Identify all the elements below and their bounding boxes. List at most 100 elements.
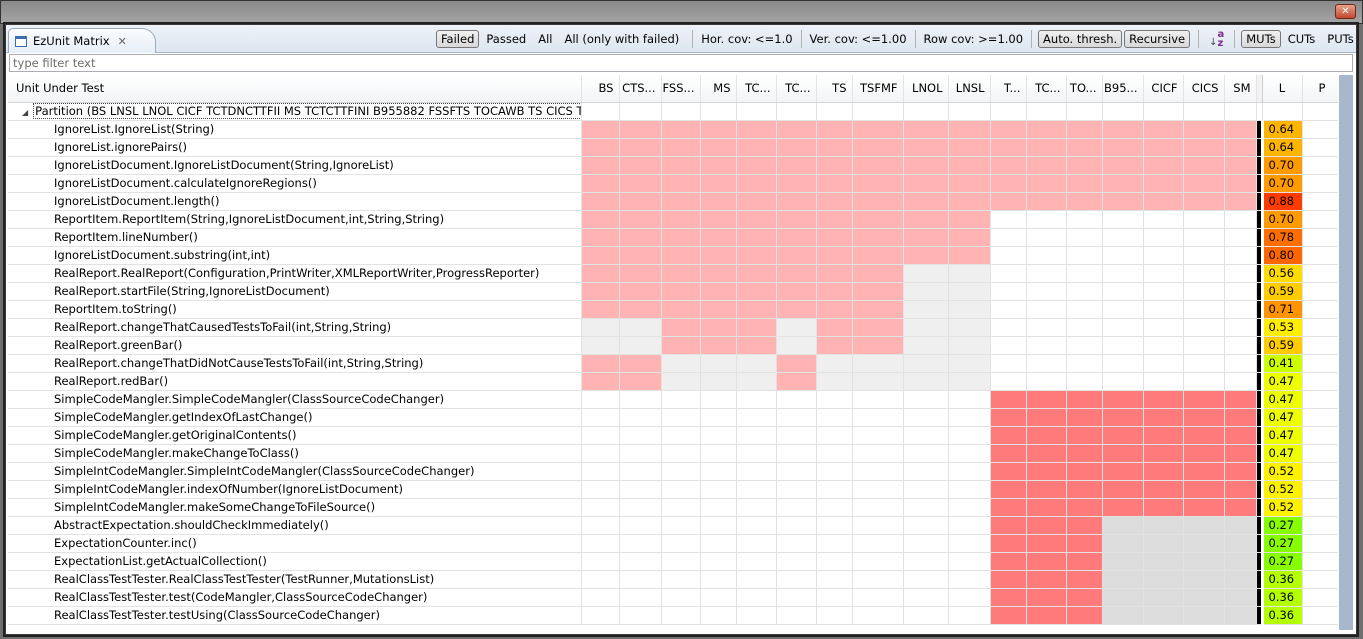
matrix-cell[interactable]	[990, 354, 1027, 373]
matrix-cell[interactable]	[1143, 120, 1184, 139]
matrix-cell[interactable]	[619, 318, 662, 337]
matrix-cell[interactable]	[948, 588, 991, 607]
matrix-cell[interactable]	[1026, 498, 1067, 517]
matrix-cell[interactable]	[1143, 516, 1184, 535]
matrix-cell[interactable]	[619, 606, 662, 625]
matrix-cell[interactable]	[1102, 102, 1144, 121]
matrix-cell[interactable]	[700, 480, 737, 499]
matrix-cell[interactable]	[776, 156, 817, 175]
matrix-cell[interactable]	[619, 246, 662, 265]
matrix-cell[interactable]	[1026, 246, 1067, 265]
matrix-cell[interactable]	[581, 408, 620, 427]
matrix-cell[interactable]	[1224, 444, 1257, 463]
matrix-cell[interactable]	[700, 372, 737, 391]
unit-under-test-name[interactable]: SimpleCodeMangler.makeChangeToClass()	[8, 444, 582, 463]
cuts-toggle[interactable]: CUTs	[1283, 30, 1321, 48]
matrix-cell[interactable]	[948, 462, 991, 481]
matrix-cell[interactable]	[1102, 606, 1144, 625]
matrix-cell[interactable]	[1102, 444, 1144, 463]
matrix-cell[interactable]	[903, 570, 949, 589]
matrix-cell[interactable]	[1066, 120, 1103, 139]
matrix-cell[interactable]	[816, 102, 853, 121]
matrix-cell[interactable]	[776, 336, 817, 355]
matrix-cell[interactable]	[816, 390, 853, 409]
matrix-cell[interactable]	[903, 102, 949, 121]
matrix-cell[interactable]	[1224, 138, 1257, 157]
matrix-cell[interactable]	[948, 408, 991, 427]
matrix-cell[interactable]	[852, 192, 904, 211]
matrix-cell[interactable]	[816, 300, 853, 319]
matrix-cell[interactable]	[700, 516, 737, 535]
table-row[interactable]: AbstractExpectation.shouldCheckImmediate…	[8, 516, 1338, 535]
matrix-cell[interactable]	[1224, 102, 1257, 121]
matrix-cell[interactable]	[700, 228, 737, 247]
matrix-cell[interactable]	[736, 390, 777, 409]
column-header-test[interactable]: BS	[581, 75, 620, 103]
matrix-cell[interactable]	[1183, 570, 1225, 589]
matrix-cell[interactable]	[1143, 588, 1184, 607]
matrix-cell[interactable]	[1143, 372, 1184, 391]
matrix-cell[interactable]	[990, 462, 1027, 481]
matrix-cell[interactable]	[581, 210, 620, 229]
matrix-cell[interactable]	[903, 120, 949, 139]
matrix-cell[interactable]	[990, 282, 1027, 301]
matrix-cell[interactable]	[700, 570, 737, 589]
unit-under-test-name[interactable]: RealReport.greenBar()	[8, 336, 582, 355]
matrix-cell[interactable]	[1102, 462, 1144, 481]
unit-under-test-name[interactable]: SimpleCodeMangler.getOriginalContents()	[8, 426, 582, 445]
matrix-cell[interactable]	[1102, 480, 1144, 499]
matrix-cell[interactable]	[1143, 498, 1184, 517]
matrix-cell[interactable]	[1224, 264, 1257, 283]
matrix-cell[interactable]	[1183, 498, 1225, 517]
matrix-cell[interactable]	[990, 552, 1027, 571]
matrix-cell[interactable]	[1026, 570, 1067, 589]
column-header-test[interactable]: T...	[990, 75, 1027, 103]
matrix-cell[interactable]	[736, 138, 777, 157]
matrix-cell[interactable]	[1026, 192, 1067, 211]
matrix-cell[interactable]	[1026, 138, 1067, 157]
unit-under-test-name[interactable]: SimpleIntCodeMangler.makeSomeChangeToFil…	[8, 498, 582, 517]
matrix-cell[interactable]	[1183, 534, 1225, 553]
matrix-cell[interactable]	[736, 372, 777, 391]
matrix-cell[interactable]	[903, 516, 949, 535]
matrix-cell[interactable]	[990, 426, 1027, 445]
matrix-cell[interactable]	[990, 192, 1027, 211]
matrix-cell[interactable]	[1143, 210, 1184, 229]
matrix-cell[interactable]	[1183, 156, 1225, 175]
column-header-test[interactable]: TS	[816, 75, 853, 103]
matrix-cell[interactable]	[1026, 480, 1067, 499]
matrix-cell[interactable]	[1143, 300, 1184, 319]
matrix-cell[interactable]	[1026, 264, 1067, 283]
matrix-cell[interactable]	[661, 372, 701, 391]
unit-under-test-name[interactable]: IgnoreListDocument.IgnoreListDocument(St…	[8, 156, 582, 175]
matrix-cell[interactable]	[1183, 210, 1225, 229]
table-row[interactable]: RealReport.startFile(String,IgnoreListDo…	[8, 282, 1338, 301]
matrix-cell[interactable]	[776, 354, 817, 373]
matrix-cell[interactable]	[1102, 390, 1144, 409]
matrix-cell[interactable]	[581, 552, 620, 571]
matrix-cell[interactable]	[903, 210, 949, 229]
matrix-cell[interactable]	[903, 606, 949, 625]
matrix-cell[interactable]	[619, 228, 662, 247]
matrix-cell[interactable]	[776, 300, 817, 319]
matrix-cell[interactable]	[700, 102, 737, 121]
matrix-cell[interactable]	[1066, 102, 1103, 121]
matrix-cell[interactable]	[736, 498, 777, 517]
table-row[interactable]: IgnoreListDocument.length() 0.88	[8, 192, 1338, 211]
matrix-cell[interactable]	[1102, 570, 1144, 589]
matrix-cell[interactable]	[1224, 300, 1257, 319]
matrix-cell[interactable]	[581, 264, 620, 283]
row-cov-threshold[interactable]: Row cov: >=1.00	[922, 32, 1026, 46]
matrix-cell[interactable]	[1224, 516, 1257, 535]
matrix-cell[interactable]	[948, 282, 991, 301]
matrix-cell[interactable]	[1066, 156, 1103, 175]
matrix-cell[interactable]	[736, 228, 777, 247]
matrix-cell[interactable]	[948, 300, 991, 319]
matrix-cell[interactable]	[736, 318, 777, 337]
table-row[interactable]: SimpleCodeMangler.SimpleCodeMangler(Clas…	[8, 390, 1338, 409]
matrix-cell[interactable]	[1026, 210, 1067, 229]
matrix-cell[interactable]	[1102, 282, 1144, 301]
matrix-cell[interactable]	[619, 282, 662, 301]
matrix-cell[interactable]	[736, 552, 777, 571]
close-icon[interactable]: ✕	[118, 35, 127, 48]
